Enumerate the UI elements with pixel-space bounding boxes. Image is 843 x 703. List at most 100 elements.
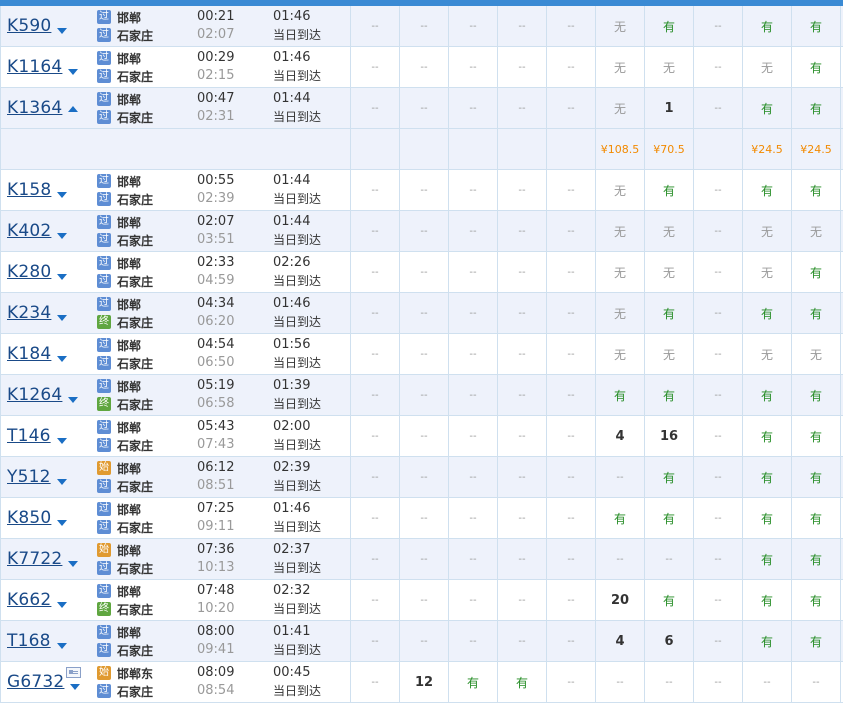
seat-availability: -- xyxy=(449,211,498,251)
seat-availability[interactable]: 有 xyxy=(743,170,792,210)
seat-availability[interactable]: 有 xyxy=(596,375,645,415)
expand-arrow-icon[interactable] xyxy=(57,356,68,362)
seat-availability: -- xyxy=(498,211,547,251)
expand-arrow-icon[interactable] xyxy=(56,643,67,649)
train-cell xyxy=(1,129,93,169)
pass-badge-icon: 过 xyxy=(97,110,111,124)
seat-availability[interactable]: 4 xyxy=(596,621,645,661)
expand-arrow-icon[interactable] xyxy=(68,561,79,567)
seat-availability[interactable]: 16 xyxy=(645,416,694,456)
stations-cell: 过邯郸过石家庄 xyxy=(93,47,193,87)
seat-availability[interactable]: 有 xyxy=(792,375,841,415)
expand-arrow-icon[interactable] xyxy=(57,274,68,280)
stations-cell: 过邯郸终石家庄 xyxy=(93,375,193,415)
from-station: 过邯郸 xyxy=(97,295,141,313)
seat-availability[interactable]: 有 xyxy=(743,621,792,661)
stations-cell: 过邯郸终石家庄 xyxy=(93,293,193,333)
expand-arrow-icon[interactable] xyxy=(57,315,68,321)
seat-availability[interactable]: 有 xyxy=(743,498,792,538)
seat-availability[interactable]: 有 xyxy=(645,580,694,620)
expand-arrow-icon[interactable] xyxy=(57,520,68,526)
seat-availability[interactable]: 有 xyxy=(792,498,841,538)
seat-availability[interactable]: 有 xyxy=(792,457,841,497)
seat-availability[interactable]: 有 xyxy=(449,662,498,702)
to-station: 过石家庄 xyxy=(97,354,153,372)
collapse-arrow-icon[interactable] xyxy=(68,106,79,112)
seat-availability[interactable]: 有 xyxy=(792,539,841,579)
train-number-link[interactable]: K662 xyxy=(7,590,51,610)
seat-availability: -- xyxy=(694,170,743,210)
expand-arrow-icon[interactable] xyxy=(57,28,68,34)
train-number-link[interactable]: K1264 xyxy=(7,385,62,405)
seat-availability[interactable]: 有 xyxy=(792,252,841,292)
seat-availability: 无 xyxy=(596,293,645,333)
expand-arrow-icon[interactable] xyxy=(70,684,81,690)
expand-arrow-icon[interactable] xyxy=(68,397,79,403)
seat-availability[interactable]: 有 xyxy=(743,375,792,415)
train-number-link[interactable]: Y512 xyxy=(7,467,51,487)
expand-arrow-icon[interactable] xyxy=(57,192,68,198)
from-station: 始邯郸 xyxy=(97,541,141,559)
seat-availability[interactable]: 1 xyxy=(645,88,694,128)
stations-cell: 过邯郸过石家庄 xyxy=(93,621,193,661)
from-station-name: 邯郸 xyxy=(117,543,142,558)
seat-availability[interactable]: 有 xyxy=(596,498,645,538)
train-number-link[interactable]: K850 xyxy=(7,508,51,528)
to-station: 终石家庄 xyxy=(97,395,153,413)
seat-availability[interactable]: 有 xyxy=(743,293,792,333)
duration-cell: 02:32 当日到达 xyxy=(269,580,351,620)
seat-availability[interactable]: 有 xyxy=(645,6,694,46)
seat-availability[interactable]: 12 xyxy=(400,662,449,702)
seat-availability[interactable]: 有 xyxy=(645,293,694,333)
to-station-name: 石家庄 xyxy=(117,684,154,699)
from-station: 过邯郸 xyxy=(97,623,141,641)
train-number-link[interactable]: T168 xyxy=(7,631,51,651)
duration-cell: 02:26 当日到达 xyxy=(269,252,351,292)
train-number-link[interactable]: K1364 xyxy=(7,98,62,118)
seat-availability[interactable]: 20 xyxy=(596,580,645,620)
expand-arrow-icon[interactable] xyxy=(68,69,79,75)
seat-availability[interactable]: 有 xyxy=(743,580,792,620)
expand-arrow-icon[interactable] xyxy=(57,233,68,239)
seat-availability[interactable]: 有 xyxy=(743,88,792,128)
train-number-link[interactable]: K158 xyxy=(7,180,51,200)
seat-availability: -- xyxy=(547,252,596,292)
seat-availability[interactable]: 有 xyxy=(792,621,841,661)
duration-time: 02:39 xyxy=(273,460,311,475)
train-number-link[interactable]: K590 xyxy=(7,16,51,36)
arrive-time: 09:11 xyxy=(197,519,235,534)
train-number-link[interactable]: K184 xyxy=(7,344,51,364)
train-number-link[interactable]: K402 xyxy=(7,221,51,241)
expand-arrow-icon[interactable] xyxy=(57,602,68,608)
train-number-link[interactable]: K234 xyxy=(7,303,51,323)
seat-availability[interactable]: 6 xyxy=(645,621,694,661)
train-number-link[interactable]: K7722 xyxy=(7,549,62,569)
seat-availability[interactable]: 有 xyxy=(498,662,547,702)
seat-availability[interactable]: 有 xyxy=(743,539,792,579)
expand-arrow-icon[interactable] xyxy=(56,438,67,444)
seat-availability[interactable]: 有 xyxy=(792,170,841,210)
seat-availability[interactable]: 4 xyxy=(596,416,645,456)
seat-availability[interactable]: 有 xyxy=(792,580,841,620)
expand-arrow-icon[interactable] xyxy=(56,479,67,485)
train-number-link[interactable]: K1164 xyxy=(7,57,62,77)
seat-availability[interactable]: 有 xyxy=(645,375,694,415)
seat-availability[interactable]: 有 xyxy=(792,88,841,128)
seat-availability[interactable]: 有 xyxy=(792,47,841,87)
train-number-link[interactable]: G6732 xyxy=(7,672,64,692)
seat-availability[interactable]: 有 xyxy=(743,6,792,46)
depart-time: 06:12 xyxy=(197,460,235,475)
seat-availability[interactable]: 有 xyxy=(645,170,694,210)
seat-availability: -- xyxy=(400,539,449,579)
seat-availability: -- xyxy=(694,88,743,128)
seat-availability[interactable]: 有 xyxy=(792,293,841,333)
seat-availability[interactable]: 有 xyxy=(743,457,792,497)
seat-availability[interactable]: 有 xyxy=(645,498,694,538)
seat-availability[interactable]: 有 xyxy=(792,6,841,46)
to-station: 过石家庄 xyxy=(97,641,153,659)
seat-availability[interactable]: 有 xyxy=(645,457,694,497)
train-number-link[interactable]: T146 xyxy=(7,426,51,446)
train-number-link[interactable]: K280 xyxy=(7,262,51,282)
seat-availability[interactable]: 有 xyxy=(743,416,792,456)
seat-availability[interactable]: 有 xyxy=(792,416,841,456)
